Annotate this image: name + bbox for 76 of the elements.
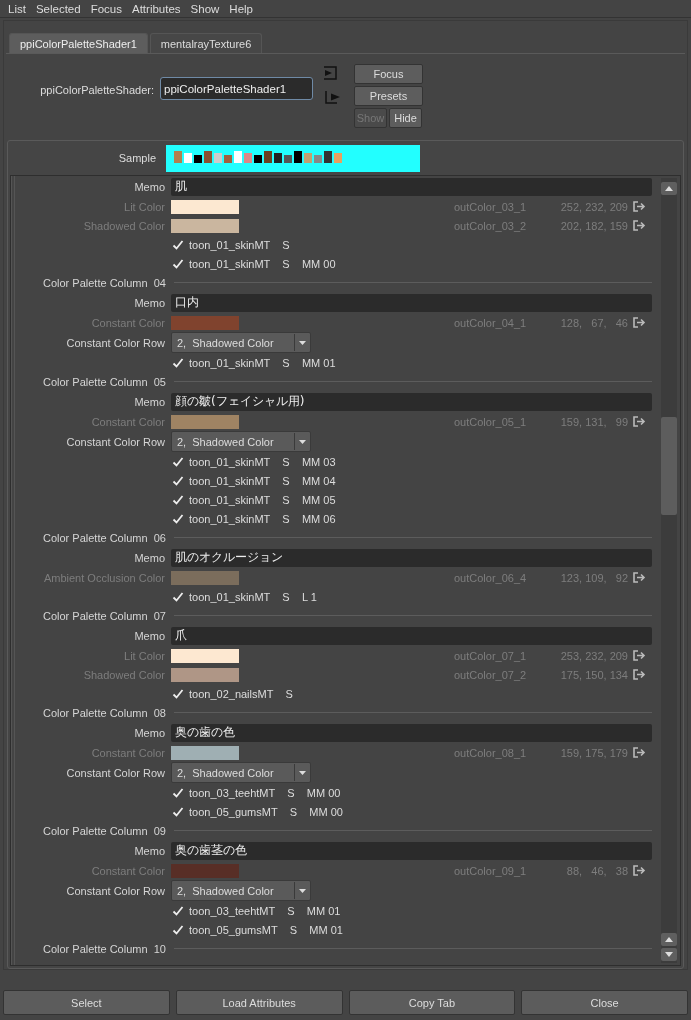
- section-header: Color Palette Column 06: [43, 530, 166, 545]
- material-label: toon_03_teehtMT S MM 00: [189, 786, 341, 799]
- material-label: toon_01_skinMT S MM 05: [189, 493, 336, 506]
- field-label: Memo: [133, 551, 166, 564]
- field-label: Constant Color Row: [65, 336, 166, 349]
- dropdown[interactable]: 2, Shadowed Color: [171, 762, 311, 783]
- dropdown[interactable]: 2, Shadowed Color: [171, 880, 311, 901]
- section-header: Color Palette Column 04: [43, 275, 166, 290]
- material-label: toon_01_skinMT S MM 01: [189, 356, 336, 369]
- material-label: toon_01_skinMT S MM 03: [189, 455, 336, 468]
- node-label: ppiColorPaletteShader:: [39, 84, 154, 96]
- field-label: Memo: [133, 844, 166, 857]
- dropdown[interactable]: 2, Shadowed Color: [171, 332, 311, 353]
- attribute-button[interactable]: Focus: [354, 64, 423, 84]
- tab[interactable]: mentalrayTexture6: [149, 33, 263, 53]
- dropdown[interactable]: 2, Shadowed Color: [171, 431, 311, 452]
- output-name: outColor_06_4: [454, 571, 528, 584]
- menu-item[interactable]: List: [3, 2, 31, 15]
- menu-item[interactable]: Help: [224, 2, 258, 15]
- field-label: Constant Color: [90, 864, 166, 877]
- memo-field[interactable]: 肌: [171, 177, 652, 196]
- field-label: Shadowed Color: [82, 668, 166, 681]
- material-label: toon_01_skinMT S: [189, 238, 290, 251]
- action-button[interactable]: Load Attributes: [175, 990, 343, 1015]
- node-name-field[interactable]: ppiColorPaletteShader1: [160, 77, 313, 100]
- field-label: Constant Color Row: [65, 435, 166, 448]
- rgb-value: 128, 67, 46: [559, 316, 628, 329]
- memo-field[interactable]: 口内: [171, 293, 652, 312]
- material-label: toon_01_skinMT S MM 04: [189, 474, 336, 487]
- rgb-value: 88, 46, 38: [565, 864, 628, 877]
- field-label: Constant Color Row: [65, 766, 166, 779]
- menu-item[interactable]: Attributes: [127, 2, 186, 15]
- section-header: Color Palette Column 08: [43, 705, 166, 720]
- memo-field[interactable]: 顔の皺(フェイシャル用): [171, 392, 652, 411]
- memo-field[interactable]: 奥の歯の色: [171, 723, 652, 742]
- field-label: Constant Color: [90, 415, 166, 428]
- output-name: outColor_03_1: [454, 200, 528, 213]
- field-label: Constant Color Row: [65, 884, 166, 897]
- menu-item[interactable]: Selected: [30, 2, 86, 15]
- sample-label: Sample: [117, 152, 156, 164]
- action-button[interactable]: Close: [521, 990, 688, 1015]
- visibility-button[interactable]: Hide: [389, 108, 422, 128]
- output-name: outColor_04_1: [454, 316, 528, 329]
- tab[interactable]: ppiColorPaletteShader1: [9, 33, 148, 53]
- section-header: Color Palette Column 07: [43, 608, 166, 623]
- field-label: Shadowed Color: [82, 219, 166, 232]
- field-label: Lit Color: [123, 200, 166, 213]
- field-label: Memo: [133, 180, 166, 193]
- menu-item[interactable]: Focus: [85, 2, 127, 15]
- action-button[interactable]: Copy Tab: [348, 990, 516, 1015]
- memo-field[interactable]: 爪: [171, 626, 652, 645]
- field-label: Memo: [133, 629, 166, 642]
- material-label: toon_01_skinMT S MM 00: [189, 257, 336, 270]
- material-label: toon_03_teehtMT S MM 01: [189, 904, 341, 917]
- material-label: toon_01_skinMT S MM 06: [189, 512, 336, 525]
- section-header: Color Palette Column 09: [43, 823, 166, 838]
- section-header: Color Palette Column 10: [43, 941, 166, 956]
- section-header: Color Palette Column 05: [43, 374, 166, 389]
- menu-item[interactable]: Show: [185, 2, 225, 15]
- field-label: Constant Color: [90, 746, 166, 759]
- field-label: Ambient Occlusion Color: [42, 571, 166, 584]
- material-label: toon_05_gumsMT S MM 00: [189, 805, 343, 818]
- material-label: toon_02_nailsMT S: [189, 687, 293, 700]
- material-label: toon_01_skinMT S L 1: [189, 590, 317, 603]
- attribute-button[interactable]: Presets: [354, 86, 423, 106]
- field-label: Constant Color: [90, 316, 166, 329]
- field-label: Memo: [133, 395, 166, 408]
- memo-field[interactable]: 肌のオクルージョン: [171, 548, 652, 567]
- field-label: Memo: [133, 296, 166, 309]
- action-button[interactable]: Select: [3, 990, 170, 1015]
- field-label: Memo: [133, 726, 166, 739]
- memo-field[interactable]: 奥の歯茎の色: [171, 841, 652, 860]
- material-label: toon_05_gumsMT S MM 01: [189, 923, 343, 936]
- output-name: outColor_03_2: [454, 219, 528, 232]
- rgb-value: 175, 150, 134: [559, 668, 628, 681]
- field-label: Lit Color: [123, 649, 166, 662]
